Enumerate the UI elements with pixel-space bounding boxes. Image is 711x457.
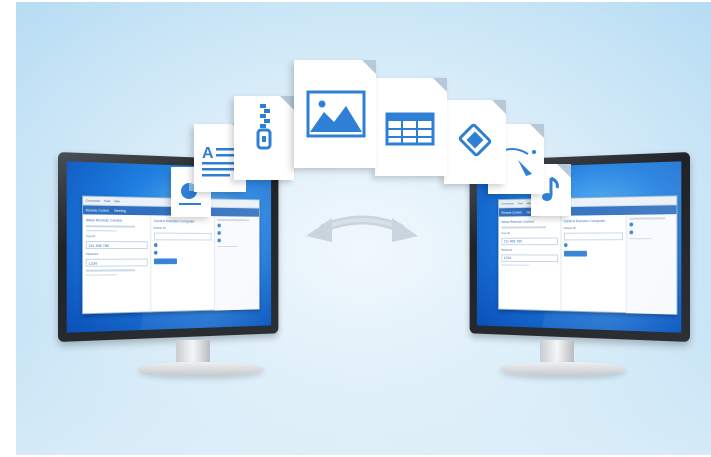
your-id-label: Your ID [86, 234, 148, 238]
tab-remote-control[interactable]: Remote Control [501, 210, 521, 214]
zip-archive-card [234, 96, 294, 180]
your-id-field: 111 456 789 [501, 237, 557, 245]
image-file-icon [294, 60, 376, 168]
text-line [501, 264, 529, 266]
allow-remote-panel: Allow Remote Control Your ID 111 456 789… [83, 214, 151, 314]
allow-remote-title: Allow Remote Control [501, 219, 557, 224]
left-monitor-base [138, 362, 264, 376]
menu-tools[interactable]: Tools [517, 201, 523, 205]
spreadsheet-file-icon [375, 78, 447, 176]
video-file-card [444, 100, 506, 184]
zip-archive-icon [234, 96, 294, 180]
image-file-card [294, 60, 376, 168]
text-line [86, 269, 136, 271]
text-line [86, 225, 136, 227]
menu-tools[interactable]: Tools [104, 199, 111, 203]
spreadsheet-file-card [375, 78, 447, 176]
text-line [86, 230, 117, 232]
text-line [86, 274, 117, 276]
your-id-label: Your ID [501, 230, 557, 234]
your-id-field: 111 456 789 [86, 241, 148, 249]
svg-text:A: A [202, 145, 214, 162]
allow-remote-title: Allow Remote Control [86, 217, 148, 223]
password-label: Password [86, 252, 148, 256]
menu-connection[interactable]: Connection [501, 202, 514, 206]
text-line [501, 226, 546, 228]
video-file-icon [444, 100, 506, 184]
tab-meeting[interactable]: Meeting [114, 208, 125, 212]
tab-remote-control[interactable]: Remote Control [86, 208, 109, 212]
menu-connection[interactable]: Connection [86, 199, 100, 203]
password-field: 1234 [501, 254, 557, 262]
menu-help[interactable]: Help [114, 199, 120, 203]
password-field: 1234 [86, 259, 148, 267]
two-way-sync-arrow-icon [302, 208, 422, 258]
transfer-illustration: Connection Tools Help Remote Control Mee… [16, 2, 711, 455]
right-monitor-base [500, 362, 626, 376]
password-label: Password [501, 247, 557, 251]
